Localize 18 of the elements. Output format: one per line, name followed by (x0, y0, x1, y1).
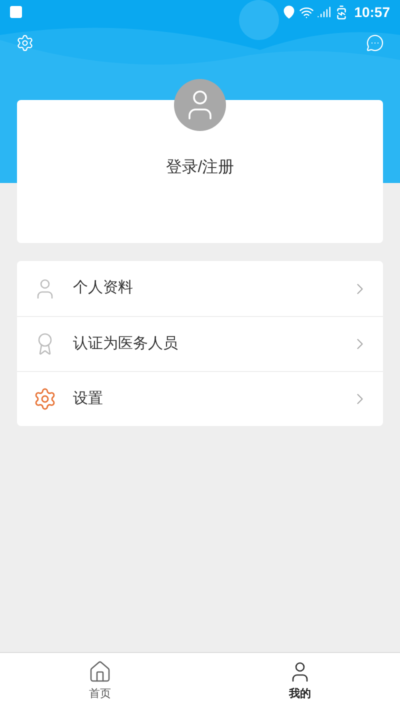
login-button[interactable]: 登录/注册 (166, 156, 234, 180)
nav-tab[interactable]: 首页 (0, 653, 200, 710)
avatar[interactable] (174, 79, 226, 131)
nav-tab[interactable]: 我的 (200, 653, 400, 710)
signal-icon (317, 5, 332, 19)
menu-label: 个人资料 (73, 278, 134, 298)
settings-icon[interactable] (16, 34, 34, 52)
home-icon (88, 660, 112, 684)
menu-item[interactable]: 设置 (17, 371, 383, 426)
menu-item[interactable]: 个人资料 (17, 261, 383, 316)
location-icon (282, 5, 296, 19)
status-time: 10:57 (354, 2, 390, 22)
wifi-icon (299, 4, 314, 20)
menu-label: 设置 (73, 388, 104, 409)
menu-item[interactable]: 认证为医务人员 (17, 316, 383, 371)
menu-label: 认证为医务人员 (73, 334, 179, 354)
gear-icon (33, 387, 57, 411)
message-icon[interactable] (366, 34, 384, 52)
